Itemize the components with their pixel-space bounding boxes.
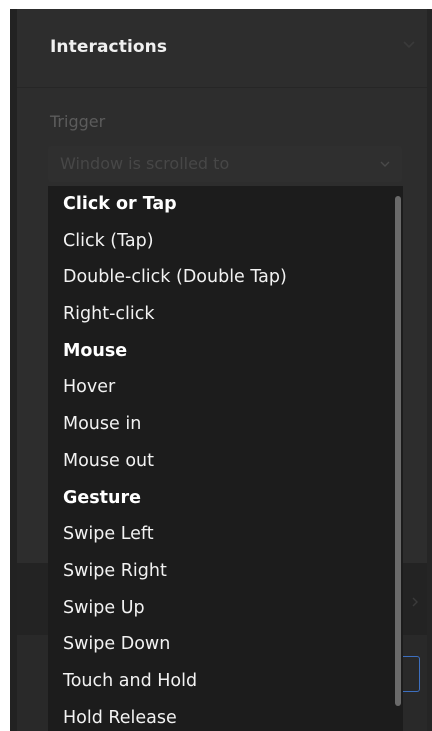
dropdown-option[interactable]: Swipe Down: [48, 626, 388, 663]
dropdown-option[interactable]: Hold Release: [48, 700, 388, 731]
dropdown-option[interactable]: Right-click: [48, 296, 388, 333]
dropdown-option[interactable]: Touch and Hold: [48, 663, 388, 700]
trigger-select-value: Window is scrolled to: [60, 154, 230, 173]
dropdown-option[interactable]: Swipe Left: [48, 516, 388, 553]
dropdown-scrollbar[interactable]: [391, 186, 403, 731]
chevron-right-icon[interactable]: [411, 597, 419, 607]
chevron-down-icon: [380, 161, 390, 167]
left-divider: [10, 9, 17, 731]
scrollbar-thumb[interactable]: [395, 196, 401, 706]
option-group-header: Mouse: [63, 340, 128, 361]
chevron-down-icon[interactable]: [403, 41, 415, 49]
dropdown-option[interactable]: Swipe Up: [48, 590, 388, 627]
dropdown-option[interactable]: Swipe Right: [48, 553, 388, 590]
dropdown-option[interactable]: Double-click (Double Tap): [48, 259, 388, 296]
dropdown-option[interactable]: Hover: [48, 369, 388, 406]
trigger-dropdown-menu: Click or Tap Click (Tap) Double-click (D…: [48, 186, 403, 731]
interactions-panel-header[interactable]: Interactions: [17, 9, 427, 88]
option-group-header: Gesture: [63, 487, 141, 508]
dropdown-option[interactable]: Mouse out: [48, 443, 388, 480]
trigger-select[interactable]: Window is scrolled to: [48, 146, 402, 182]
inspector-frame: Interactions Trigger Window is scrolled …: [10, 9, 432, 731]
option-group-header: Click or Tap: [63, 194, 177, 214]
dropdown-option[interactable]: Mouse in: [48, 406, 388, 443]
dropdown-options-list: Click or Tap Click (Tap) Double-click (D…: [48, 186, 388, 731]
trigger-label: Trigger: [50, 112, 106, 131]
dropdown-option[interactable]: Click (Tap): [48, 223, 388, 260]
right-divider: [427, 9, 432, 731]
panel-title: Interactions: [50, 37, 168, 57]
